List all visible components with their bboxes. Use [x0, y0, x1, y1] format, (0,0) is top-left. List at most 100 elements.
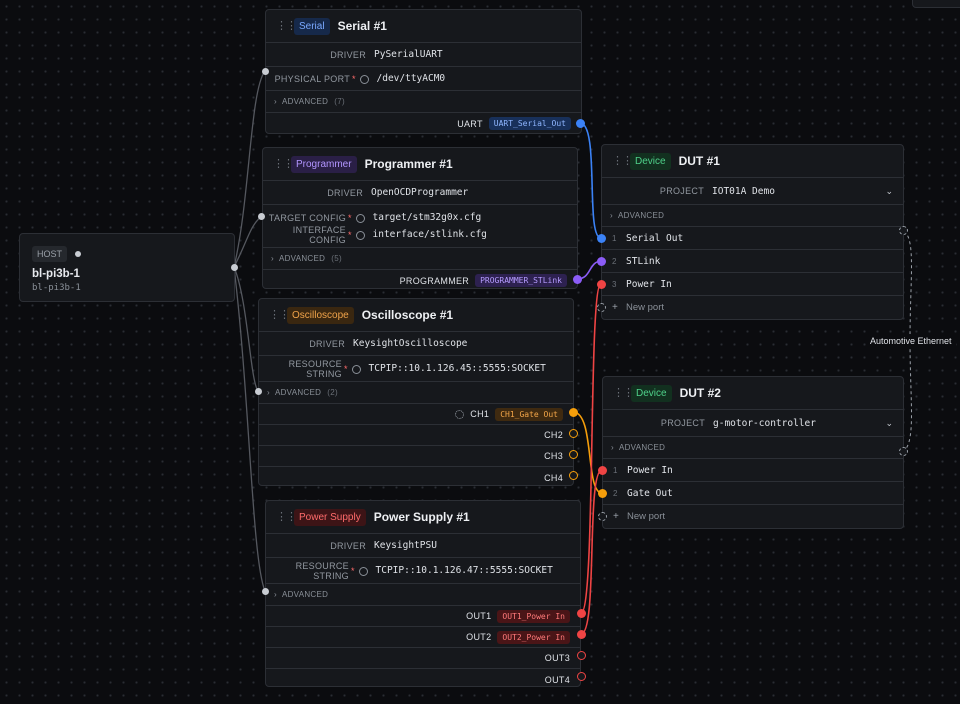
dut1-port-2[interactable]: 2 STLink: [602, 250, 903, 273]
dut1-node[interactable]: ⋮⋮ Device DUT #1 PROJECT IOT01A Demo ⌄ ›…: [601, 144, 904, 320]
ch1-row: CH1 CH1_Gate Out: [259, 404, 573, 425]
dut2-header[interactable]: ⋮⋮ Device DUT #2: [603, 377, 903, 410]
out2-output-port[interactable]: [577, 630, 586, 639]
oscilloscope-input-port[interactable]: [255, 388, 262, 395]
info-icon[interactable]: [351, 365, 361, 374]
out4-output-port[interactable]: [577, 672, 586, 681]
serial-header[interactable]: ⋮⋮ Serial Serial #1: [266, 10, 581, 43]
drag-handle-icon[interactable]: ⋮⋮: [269, 310, 290, 321]
port-name: Gate Out: [627, 487, 673, 499]
host-output-port[interactable]: [231, 264, 238, 271]
dut2-gate-out-port[interactable]: [598, 489, 607, 498]
driver-value[interactable]: KeysightPSU: [374, 540, 437, 551]
programmer-config-rows: TARGET CONFIG * target/stm32g0x.cfg INTER…: [263, 205, 577, 248]
resource-string-value[interactable]: TCPIP::10.1.126.47::5555:SOCKET: [376, 565, 553, 576]
new-port-label: New port: [627, 511, 666, 522]
dut1-serial-in-port[interactable]: [597, 234, 606, 243]
interface-config-value[interactable]: interface/stlink.cfg: [373, 229, 487, 240]
dut2-power-in-port[interactable]: [598, 466, 607, 475]
info-icon[interactable]: [358, 567, 368, 576]
out1-pill: OUT1_Power In: [497, 609, 570, 623]
programmer-advanced-row[interactable]: › ADVANCED (5): [263, 248, 577, 270]
dut1-header[interactable]: ⋮⋮ Device DUT #1: [602, 145, 903, 178]
chevron-right-icon: ›: [271, 254, 274, 263]
project-select[interactable]: g-motor-controller: [713, 418, 885, 429]
dut2-ethernet-port[interactable]: [899, 447, 908, 456]
programmer-input-port[interactable]: [258, 213, 265, 220]
project-select[interactable]: IOT01A Demo: [712, 186, 885, 197]
out1-output-port[interactable]: [577, 609, 586, 618]
physical-port-value[interactable]: /dev/ttyACM0: [377, 73, 446, 84]
host-node[interactable]: HOST bl-pi3b-1 bl-pi3b-1: [19, 233, 235, 302]
dut1-ethernet-port[interactable]: [899, 226, 908, 235]
host-status-dot: [75, 251, 82, 257]
serial-advanced-row[interactable]: › ADVANCED (7): [266, 91, 581, 113]
programmer-header[interactable]: ⋮⋮ Programmer Programmer #1: [263, 148, 577, 181]
dut1-port-3[interactable]: 3 Power In: [602, 273, 903, 296]
drag-handle-icon[interactable]: ⋮⋮: [276, 512, 297, 523]
oscilloscope-tag: Oscilloscope: [287, 306, 354, 324]
advanced-label: ADVANCED: [618, 443, 666, 452]
target-config-value[interactable]: target/stm32g0x.cfg: [373, 212, 482, 223]
settings-gear-icon[interactable]: [455, 409, 465, 419]
dut2-port-2[interactable]: 2 Gate Out: [603, 482, 903, 505]
power-supply-tag: Power Supply: [294, 508, 366, 526]
serial-title: Serial #1: [337, 19, 387, 33]
drag-handle-icon[interactable]: ⋮⋮: [612, 156, 633, 167]
scope-advanced-row[interactable]: › ADVANCED (2): [259, 382, 573, 404]
programmer-driver-row: DRIVER OpenOCDProgrammer: [263, 181, 577, 205]
dut2-new-port-row[interactable]: + New port: [603, 505, 903, 528]
advanced-label: ADVANCED: [617, 211, 665, 220]
dut2-project-row[interactable]: PROJECT g-motor-controller ⌄: [603, 410, 903, 437]
dut1-port-1[interactable]: 1 Serial Out: [602, 227, 903, 250]
info-icon[interactable]: [359, 75, 369, 84]
chevron-down-icon[interactable]: ⌄: [885, 418, 893, 429]
ch4-output-port[interactable]: [569, 471, 578, 480]
wire-out1-dut1: [580, 283, 602, 614]
uart-output-port[interactable]: [576, 119, 585, 128]
dut2-advanced-row[interactable]: › ADVANCED: [603, 437, 903, 459]
automotive-ethernet-label[interactable]: Automotive Ethernet: [866, 334, 956, 348]
drag-handle-icon[interactable]: ⋮⋮: [613, 388, 634, 399]
drag-handle-icon[interactable]: ⋮⋮: [276, 21, 297, 32]
programmer-node[interactable]: ⋮⋮ Programmer Programmer #1 DRIVER OpenO…: [262, 147, 578, 289]
dut1-stlink-port[interactable]: [597, 257, 606, 266]
ch1-output-port[interactable]: [569, 408, 578, 417]
dut1-new-port-handle[interactable]: [597, 303, 606, 312]
ch3-row: CH3: [259, 446, 573, 467]
drag-handle-icon[interactable]: ⋮⋮: [273, 159, 294, 170]
ch3-label: CH3: [544, 451, 563, 461]
driver-value[interactable]: PySerialUART: [374, 49, 443, 60]
power-supply-title: Power Supply #1: [373, 510, 470, 524]
dut2-node[interactable]: ⋮⋮ Device DUT #2 PROJECT g-motor-control…: [602, 376, 904, 529]
oscilloscope-header[interactable]: ⋮⋮ Oscilloscope Oscilloscope #1: [259, 299, 573, 332]
ch2-output-port[interactable]: [569, 429, 578, 438]
out3-output-port[interactable]: [577, 651, 586, 660]
driver-value[interactable]: OpenOCDProgrammer: [371, 187, 468, 198]
offscreen-panel: [912, 0, 960, 8]
dut2-port-1[interactable]: 1 Power In: [603, 459, 903, 482]
chevron-down-icon[interactable]: ⌄: [885, 186, 893, 197]
serial-input-port[interactable]: [262, 68, 269, 75]
psu-resource-row: RESOURCE STRING * TCPIP::10.1.126.47::555…: [266, 558, 580, 584]
dut1-new-port-row[interactable]: + New port: [602, 296, 903, 319]
resource-string-value[interactable]: TCPIP::10.1.126.45::5555:SOCKET: [369, 363, 546, 374]
info-icon[interactable]: [355, 231, 365, 240]
host-tag: HOST: [32, 246, 68, 262]
dut1-advanced-row[interactable]: › ADVANCED: [602, 205, 903, 227]
power-supply-node[interactable]: ⋮⋮ Power Supply Power Supply #1 DRIVER K…: [265, 500, 581, 687]
info-icon[interactable]: [355, 214, 365, 223]
dut1-project-row[interactable]: PROJECT IOT01A Demo ⌄: [602, 178, 903, 205]
dut1-power-in-port[interactable]: [597, 280, 606, 289]
power-supply-header[interactable]: ⋮⋮ Power Supply Power Supply #1: [266, 501, 580, 534]
ch2-label: CH2: [544, 430, 563, 440]
oscilloscope-node[interactable]: ⋮⋮ Oscilloscope Oscilloscope #1 DRIVER K…: [258, 298, 574, 486]
driver-value[interactable]: KeysightOscilloscope: [353, 338, 467, 349]
power-supply-input-port[interactable]: [262, 588, 269, 595]
dut2-new-port-handle[interactable]: [598, 512, 607, 521]
serial-node[interactable]: ⋮⋮ Serial Serial #1 DRIVER PySerialUART …: [265, 9, 582, 134]
wire-host-programmer: [233, 215, 263, 268]
ch3-output-port[interactable]: [569, 450, 578, 459]
programmer-output-port[interactable]: [573, 275, 582, 284]
psu-advanced-row[interactable]: › ADVANCED: [266, 584, 580, 606]
